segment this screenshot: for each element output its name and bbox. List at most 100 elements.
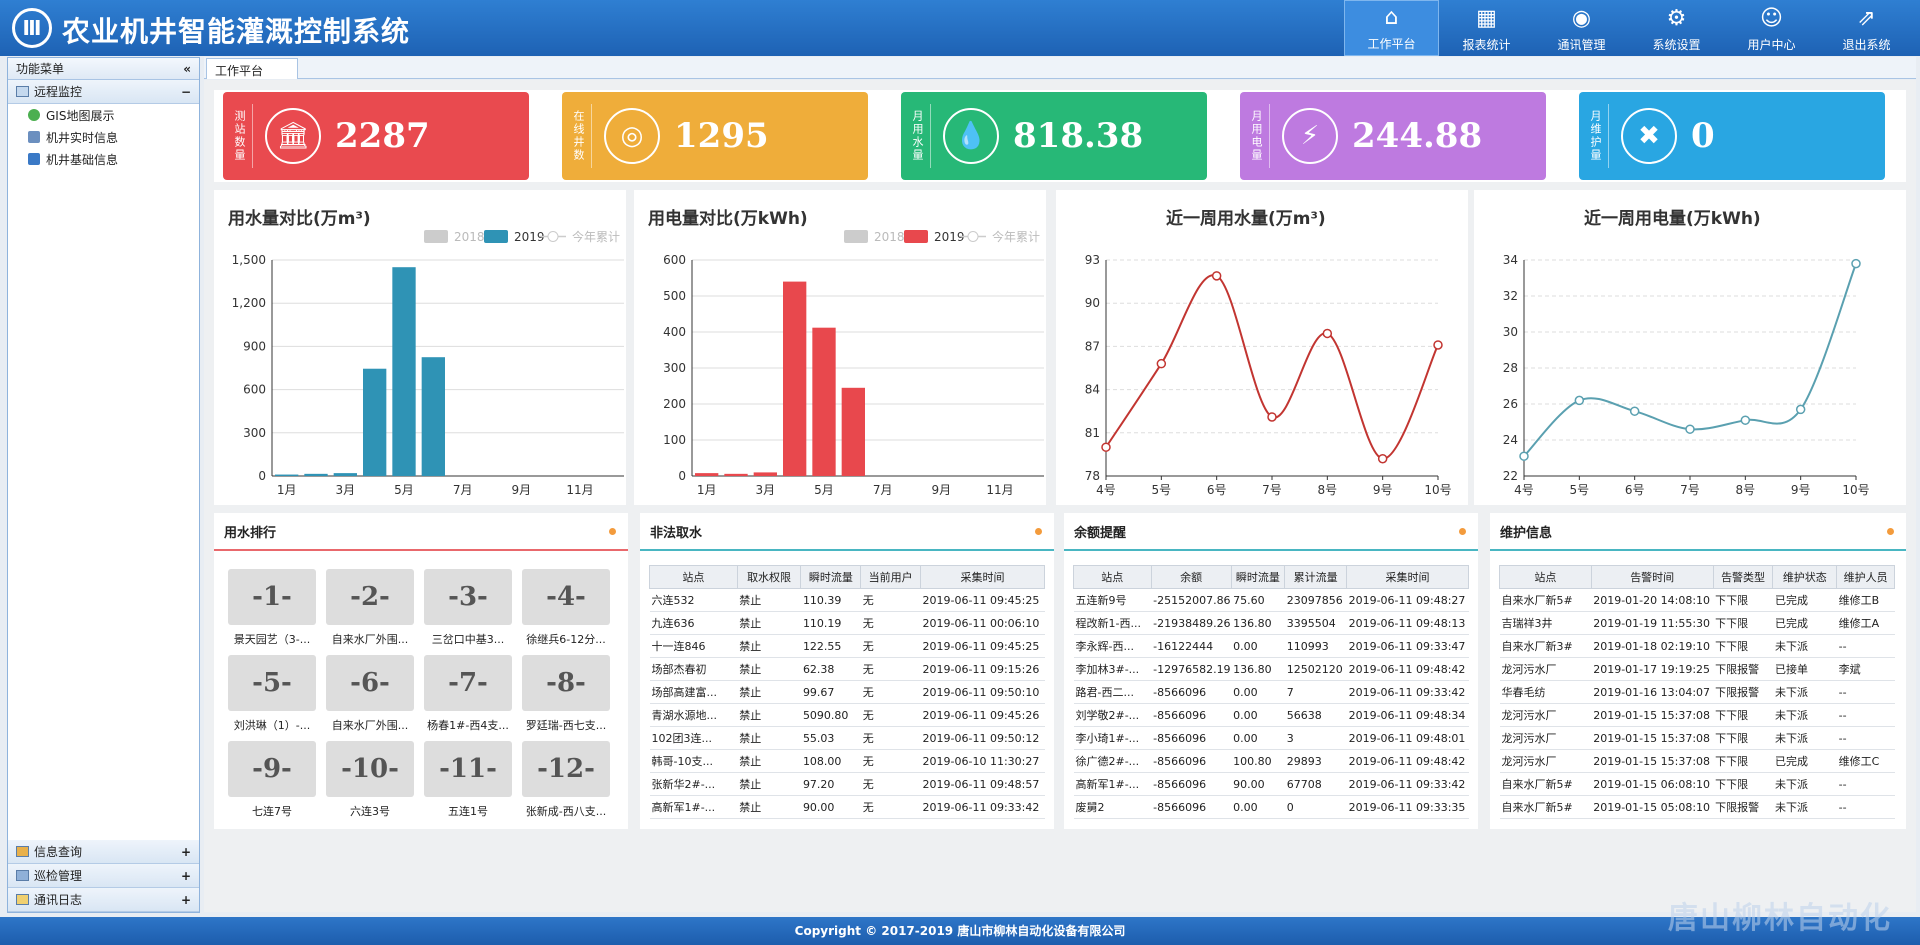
legend-swatch <box>424 230 448 243</box>
temple-icon: 🏛 <box>265 108 321 164</box>
kpi-card: 月维护量 ✖ 0 <box>1579 92 1885 180</box>
nav-antenna[interactable]: ◉ 通讯管理 <box>1534 0 1629 56</box>
table-row[interactable]: 九连636 禁止 110.19 无 2019-06-11 00:06:10 <box>649 611 1045 635</box>
table-header-row: 站点 取水权限 瞬时流量 当前用户 采集时间 <box>649 565 1045 589</box>
rank-badge[interactable]: -10- <box>326 741 414 797</box>
sidebar-header: 功能菜单 « <box>8 58 199 80</box>
table-cell: 李永辉-西... <box>1073 634 1152 658</box>
table-row[interactable]: 自来水厂新5# 2019-01-15 06:08:10 下下限 未下派 -- <box>1499 772 1895 796</box>
sidebar-group-remote-monitor[interactable]: 远程监控 − <box>8 80 199 104</box>
legend-label: 今年累计 <box>992 229 1040 244</box>
table-cell: 67708 <box>1284 772 1347 796</box>
column-header: 站点 <box>1499 565 1592 589</box>
table-row[interactable]: 张新华2#-... 禁止 97.20 无 2019-06-11 09:48:57 <box>649 772 1045 796</box>
column-header: 站点 <box>1073 565 1152 589</box>
sidebar-group-comm-log[interactable]: 通讯日志 + <box>8 888 199 912</box>
sidebar-item-gis-map[interactable]: GIS地图展示 <box>8 104 199 126</box>
x-tick-label: 7月 <box>453 483 473 497</box>
nav-label: 系统设置 <box>1652 38 1701 52</box>
table-row[interactable]: 徐广德2#-... -8566096 100.80 29893 2019-06-11 0… <box>1073 749 1469 773</box>
y-tick-label: 1,200 <box>232 296 266 310</box>
rank-station-name: 六连3号 <box>350 805 390 818</box>
x-tick-label: 7号 <box>1262 483 1282 497</box>
table-row[interactable]: 高新军1#-... 禁止 90.00 无 2019-06-11 09:33:42 <box>649 795 1045 819</box>
data-point <box>1267 412 1277 422</box>
table-cell: 未下派 <box>1772 680 1837 704</box>
kpi-label: 在线井数 <box>562 104 592 168</box>
sidebar-item-basic-info[interactable]: 机井基础信息 <box>8 148 199 170</box>
nav-report[interactable]: ▦ 报表统计 <box>1439 0 1534 56</box>
table-row[interactable]: 自来水厂新5# 2019-01-15 05:08:10 下限报警 未下派 -- <box>1499 795 1895 819</box>
table-row[interactable]: 场部高建富... 禁止 99.67 无 2019-06-11 09:50:10 <box>649 680 1045 704</box>
sidebar-group-inspection[interactable]: 巡检管理 + <box>8 864 199 888</box>
table-cell: -8566096 <box>1151 795 1232 819</box>
table-row[interactable]: 五连新9号 -25152007.86 75.60 23097856 2019-06-11… <box>1073 588 1469 612</box>
table-row[interactable]: 路君-西二... -8566096 0.00 7 2019-06-11 09:33:42 <box>1073 680 1469 704</box>
table-cell: -8566096 <box>1151 680 1232 704</box>
table-row[interactable]: 自来水厂新5# 2019-01-20 14:08:10 下下限 已完成 维修工B <box>1499 588 1895 612</box>
sidebar-group-label: 通讯日志 <box>34 893 83 907</box>
y-tick-label: 34 <box>1503 253 1518 267</box>
rank-badge[interactable]: -7- <box>424 655 512 711</box>
nav-exit[interactable]: ⇗ 退出系统 <box>1819 0 1914 56</box>
table-cell: 李小琦1#-... <box>1073 726 1152 750</box>
nav-home[interactable]: ⌂ 工作平台 <box>1344 0 1439 56</box>
report-icon: ▦ <box>1476 5 1497 31</box>
table-cell: 下下限 <box>1713 749 1773 773</box>
y-tick-label: 26 <box>1503 397 1518 411</box>
column-header: 采集时间 <box>920 565 1045 589</box>
nav-gear[interactable]: ⚙ 系统设置 <box>1629 0 1724 56</box>
chart-panel: 用水量对比(万m³) 2018 2019 今年累计 0 300 600 900 1,200 1,5… <box>214 190 626 505</box>
table-row[interactable]: 李加林3#-... -12976582.19 136.80 12502120 2019-… <box>1073 657 1469 681</box>
data-point <box>1377 453 1388 464</box>
table-cell: 2019-06-11 09:33:42 <box>920 795 1045 819</box>
rank-badge[interactable]: -12- <box>522 741 610 797</box>
table-row[interactable]: 韩哥-10支... 禁止 108.00 无 2019-06-10 11:30:27 <box>649 749 1045 773</box>
rank-badge[interactable]: -2- <box>326 569 414 625</box>
rank-badge[interactable]: -11- <box>424 741 512 797</box>
table-cell: 已接单 <box>1772 657 1837 681</box>
table-row[interactable]: 废舅2 -8566096 0.00 0 2019-06-11 09:33:35 <box>1073 795 1469 819</box>
collapse-sidebar-button[interactable]: « <box>183 62 191 76</box>
table-row[interactable]: 六连532 禁止 110.39 无 2019-06-11 09:45:25 <box>649 588 1045 612</box>
table-row[interactable]: 龙河污水厂 2019-01-15 15:37:08 下下限 已完成 维修工C <box>1499 749 1895 773</box>
table-row[interactable]: 龙河污水厂 2019-01-15 15:37:08 下下限 未下派 -- <box>1499 726 1895 750</box>
table-row[interactable]: 刘学敬2#-... -8566096 0.00 56638 2019-06-11 09:… <box>1073 703 1469 727</box>
table-row[interactable]: 自来水厂新3# 2019-01-18 02:19:10 下下限 未下派 -- <box>1499 634 1895 658</box>
table-row[interactable]: 华春毛纺 2019-01-16 13:04:07 下限报警 未下派 -- <box>1499 680 1895 704</box>
rank-badge[interactable]: -4- <box>522 569 610 625</box>
nav-user-card[interactable]: ☺ 用户中心 <box>1724 0 1819 56</box>
table-row[interactable]: 十一连846 禁止 122.55 无 2019-06-11 09:45:25 <box>649 634 1045 658</box>
column-header: 累计流量 <box>1284 565 1348 589</box>
legend-swatch <box>844 230 868 243</box>
table-row[interactable]: 龙河污水厂 2019-01-17 19:19:25 下限报警 已接单 李斌 <box>1499 657 1895 681</box>
table-row[interactable]: 程改新1-西... -21938489.26 136.80 3395504 2019-0… <box>1073 611 1469 635</box>
table-row[interactable]: 李永辉-西... -16122444 0.00 110993 2019-06-11 09… <box>1073 634 1469 658</box>
table-row[interactable]: 102团3连... 禁止 55.03 无 2019-06-11 09:50:12 <box>649 726 1045 750</box>
table-cell: 自来水厂新3# <box>1499 634 1592 658</box>
table-row[interactable]: 李小琦1#-... -8566096 0.00 3 2019-06-11 09:48:0… <box>1073 726 1469 750</box>
table-row[interactable]: 龙河污水厂 2019-01-15 15:37:08 下下限 未下派 -- <box>1499 703 1895 727</box>
well-icon: ◎ <box>604 108 660 164</box>
bar <box>304 473 328 476</box>
rank-badge[interactable]: -9- <box>228 741 316 797</box>
rank-badge[interactable]: -6- <box>326 655 414 711</box>
table-cell: 2019-06-11 09:33:42 <box>1346 680 1469 704</box>
rank-badge[interactable]: -3- <box>424 569 512 625</box>
table-cell: 未下派 <box>1772 703 1837 727</box>
table-cell: 2019-06-11 09:48:01 <box>1346 726 1469 750</box>
rank-badge[interactable]: -1- <box>228 569 316 625</box>
table-row[interactable]: 吉瑞祥3井 2019-01-19 11:55:30 下下限 已完成 维修工A <box>1499 611 1895 635</box>
table-cell: 禁止 <box>737 634 801 658</box>
table-row[interactable]: 青湖水源地... 禁止 5090.80 无 2019-06-11 09:45:26 <box>649 703 1045 727</box>
expand-group-icon: + <box>180 892 191 907</box>
table-cell: -- <box>1836 772 1895 796</box>
rank-badge[interactable]: -8- <box>522 655 610 711</box>
table-row[interactable]: 场部杰春初 禁止 62.38 无 2019-06-11 09:15:26 <box>649 657 1045 681</box>
table-row[interactable]: 高新军1#-... -8566096 90.00 67708 2019-06-11 09… <box>1073 772 1469 796</box>
tab-work-platform[interactable]: 工作平台 <box>206 58 298 79</box>
sidebar-item-realtime[interactable]: 机井实时信息 <box>8 126 199 148</box>
tab-strip: 工作平台 <box>204 57 1916 79</box>
sidebar-group-info-query[interactable]: 信息查询 + <box>8 840 199 864</box>
rank-badge[interactable]: -5- <box>228 655 316 711</box>
